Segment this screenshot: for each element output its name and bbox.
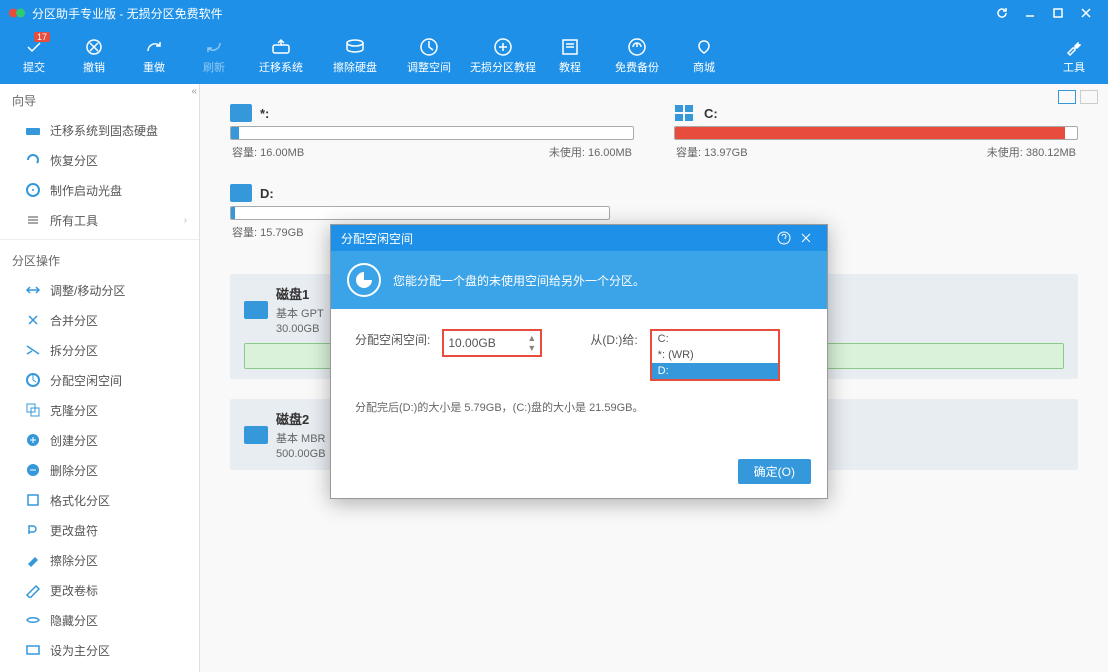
sidebar-item-create[interactable]: 创建分区 (0, 425, 199, 455)
sidebar-item-delete[interactable]: 删除分区 (0, 455, 199, 485)
view-grid-button[interactable] (1058, 90, 1076, 104)
tools-button[interactable]: 工具 (1044, 30, 1104, 80)
sidebar-group-operations: 分区操作 (0, 244, 199, 275)
dialog-help-button[interactable] (773, 227, 795, 249)
select-option[interactable]: *: (WR) (652, 347, 778, 363)
drive-card-recovery[interactable]: *: 容量: 16.00MB未使用: 16.00MB (230, 104, 634, 164)
maximize-button[interactable] (1044, 3, 1072, 23)
sidebar-item-set-primary[interactable]: 设为主分区 (0, 635, 199, 665)
select-option[interactable]: D: (652, 363, 778, 379)
sidebar-item-wipe[interactable]: 擦除分区 (0, 545, 199, 575)
refresh-button[interactable]: 刷新 (184, 30, 244, 80)
sidebar-item-check[interactable]: 分区对齐 (0, 665, 199, 672)
view-toggle (1058, 90, 1098, 104)
view-list-button[interactable] (1080, 90, 1098, 104)
sidebar-item-hide[interactable]: 隐藏分区 (0, 605, 199, 635)
sidebar-item-allocate[interactable]: 分配空闲空间 (0, 365, 199, 395)
pie-chart-icon (347, 263, 381, 297)
migrate-os-button[interactable]: 迁移系统 (244, 30, 318, 80)
dialog-close-button[interactable] (795, 227, 817, 249)
windows-icon (674, 104, 696, 122)
sidebar-item-merge[interactable]: 合并分区 (0, 305, 199, 335)
redo-button[interactable]: 重做 (124, 30, 184, 80)
ok-button[interactable]: 确定(O) (738, 459, 811, 484)
disk-icon (244, 426, 268, 444)
submit-button[interactable]: 17 提交 (4, 30, 64, 80)
dialog-description: 您能分配一个盘的未使用空间给另外一个分区。 (393, 272, 645, 289)
sidebar-item-all-tools[interactable]: 所有工具› (0, 205, 199, 235)
free-backup-button[interactable]: 免费备份 (600, 30, 674, 80)
submit-badge: 17 (34, 32, 50, 42)
size-label: 分配空闲空间: (355, 329, 430, 348)
sidebar-item-recover[interactable]: 恢复分区 (0, 145, 199, 175)
drive-icon (230, 104, 252, 122)
drive-usage-bar (230, 126, 634, 140)
drive-usage-bar (230, 206, 610, 220)
undo-button[interactable]: 撤销 (64, 30, 124, 80)
sidebar-item-split[interactable]: 拆分分区 (0, 335, 199, 365)
sidebar-collapse-icon[interactable]: « (191, 86, 197, 97)
sidebar-item-change-letter[interactable]: 更改盘符 (0, 515, 199, 545)
chevron-right-icon: › (184, 215, 187, 226)
sidebar-item-change-label[interactable]: 更改卷标 (0, 575, 199, 605)
dialog-note: 分配完后(D:)的大小是 5.79GB，(C:)盘的大小是 21.59GB。 (355, 399, 803, 415)
wipe-disk-button[interactable]: 擦除硬盘 (318, 30, 392, 80)
app-title: 分区助手专业版 - 无损分区免费软件 (32, 5, 988, 22)
target-select[interactable]: C: *: (WR) D: (650, 329, 780, 381)
drive-icon (230, 184, 252, 202)
select-option[interactable]: C: (652, 331, 778, 347)
sidebar: « 向导 迁移系统到固态硬盘 恢复分区 制作启动光盘 所有工具› 分区操作 调整… (0, 84, 200, 672)
drive-card-c[interactable]: C: 容量: 13.97GB未使用: 380.12MB (674, 104, 1078, 164)
refresh-window-button[interactable] (988, 3, 1016, 23)
resize-space-button[interactable]: 调整空间 (392, 30, 466, 80)
disk-icon (244, 301, 268, 319)
sidebar-item-format[interactable]: 格式化分区 (0, 485, 199, 515)
sidebar-item-migrate-ssd[interactable]: 迁移系统到固态硬盘 (0, 115, 199, 145)
lossless-tutorial-button[interactable]: 无损分区教程 (466, 30, 540, 80)
size-input[interactable]: 10.00GB▲▼ (442, 329, 542, 357)
close-button[interactable] (1072, 3, 1100, 23)
sidebar-item-clone[interactable]: 克隆分区 (0, 395, 199, 425)
store-button[interactable]: 商城 (674, 30, 734, 80)
titlebar: 分区助手专业版 - 无损分区免费软件 (0, 0, 1108, 26)
target-label: 从(D:)给: (590, 329, 637, 348)
sidebar-item-boot-disk[interactable]: 制作启动光盘 (0, 175, 199, 205)
minimize-button[interactable] (1016, 3, 1044, 23)
sidebar-item-resize[interactable]: 调整/移动分区 (0, 275, 199, 305)
allocate-space-dialog: 分配空闲空间 您能分配一个盘的未使用空间给另外一个分区。 分配空闲空间: 10.… (330, 224, 828, 499)
toolbar: 17 提交 撤销 重做 刷新 迁移系统 擦除硬盘 调整空间 无损分区教程 教程 … (0, 26, 1108, 84)
sidebar-group-wizard: 向导 (0, 84, 199, 115)
drive-usage-bar (674, 126, 1078, 140)
dialog-title: 分配空闲空间 (341, 230, 413, 247)
app-logo-icon (8, 4, 26, 22)
tutorial-button[interactable]: 教程 (540, 30, 600, 80)
